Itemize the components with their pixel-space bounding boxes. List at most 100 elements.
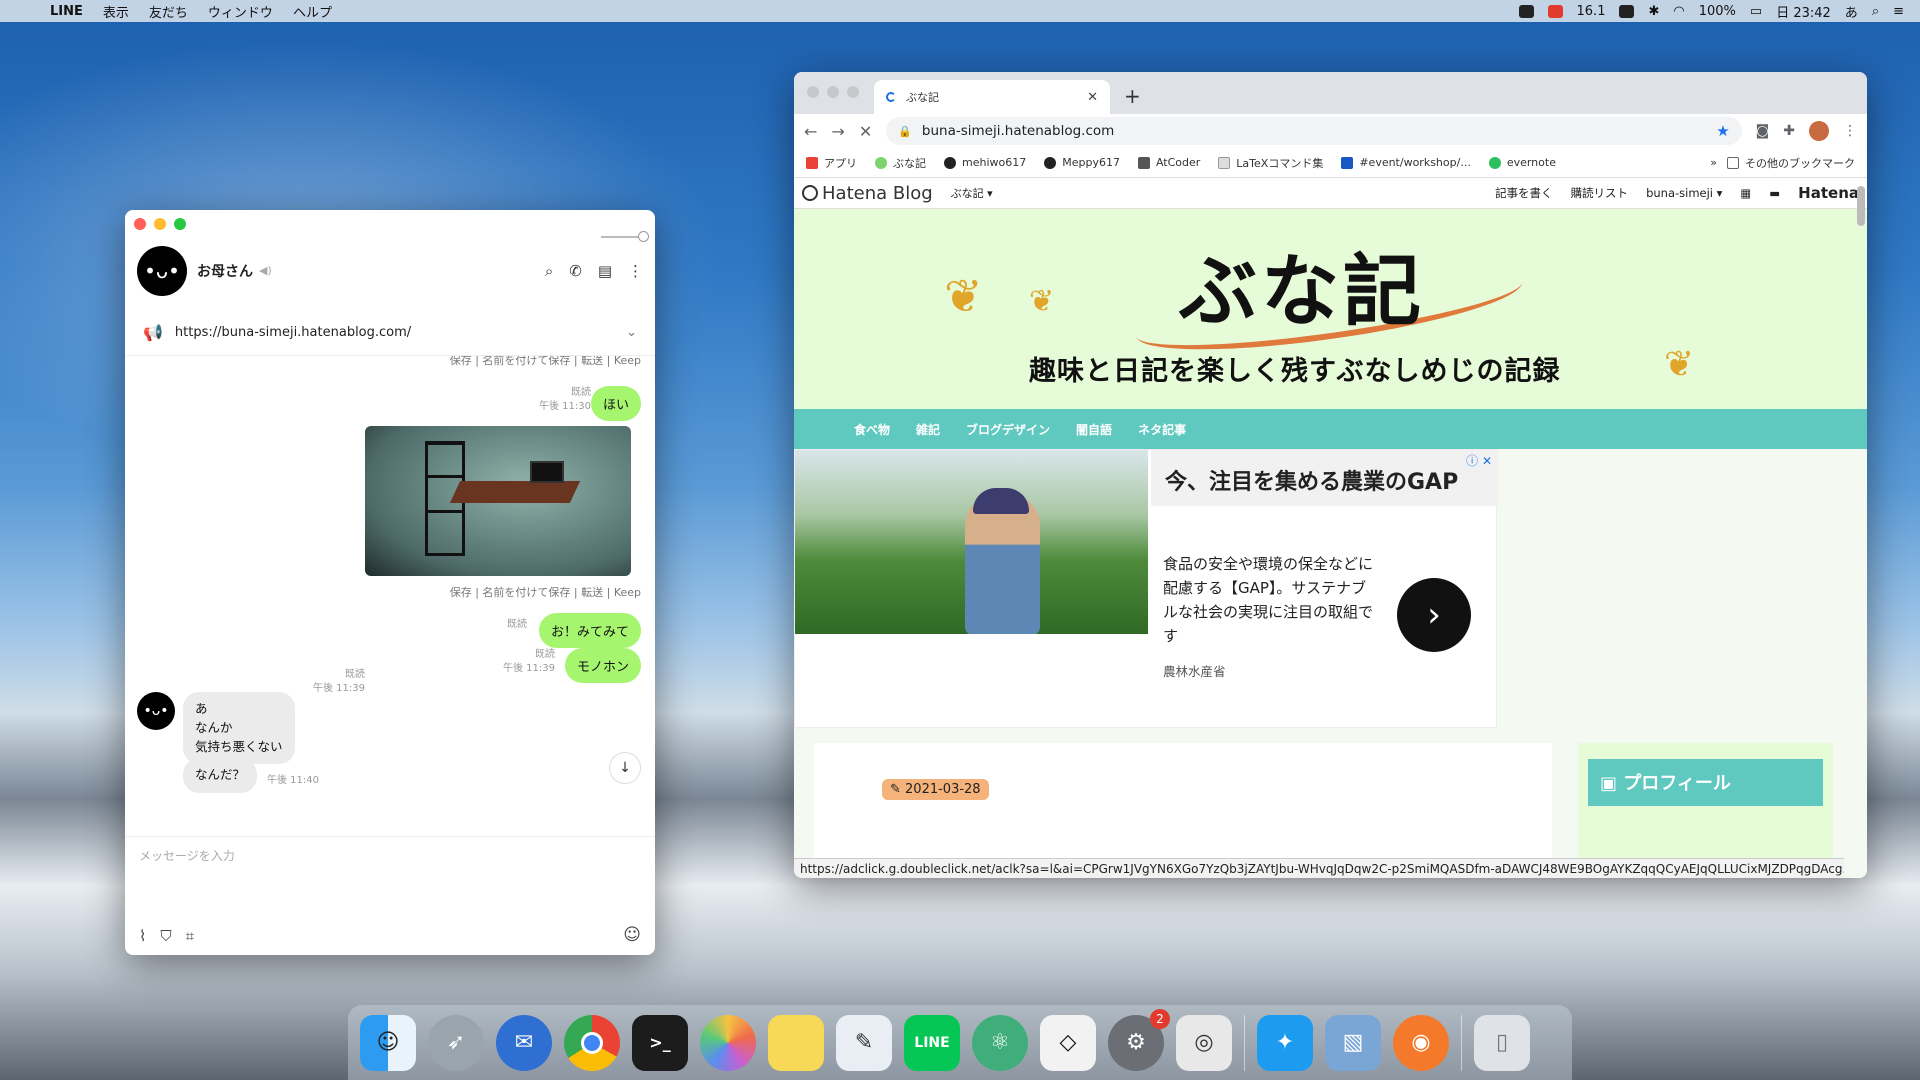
ad-arrow-button[interactable]: › bbox=[1397, 578, 1471, 652]
camera-icon[interactable]: ◙ bbox=[1756, 123, 1770, 139]
screenshot-icon[interactable]: ◎ bbox=[1176, 1014, 1232, 1071]
bookmark-latex[interactable]: LaTeXコマンド集 bbox=[1218, 155, 1323, 171]
line-tray-icon[interactable] bbox=[1518, 4, 1534, 18]
more-icon[interactable]: ⋮ bbox=[1843, 123, 1857, 139]
extensions-icon[interactable]: ✚ bbox=[1783, 123, 1795, 139]
bookmark-atcoder[interactable]: AtCoder bbox=[1137, 156, 1200, 169]
ad-body[interactable]: 食品の安全や環境の保全などに配慮する【GAP】。サステナブルな社会の実現に注目の… bbox=[1163, 552, 1373, 648]
hatena-blog-logo[interactable]: Hatena Blog bbox=[802, 183, 933, 204]
unity-icon[interactable]: ◇ bbox=[1040, 1014, 1096, 1071]
avatar[interactable]: •ᴗ• bbox=[137, 692, 175, 730]
advertisement[interactable]: 今、注目を集める農業のGAP ⓘ ✕ 食品の安全や環境の保全などに配慮する【GA… bbox=[794, 449, 1498, 728]
chrome-icon[interactable] bbox=[564, 1014, 620, 1071]
announcement-url[interactable]: https://buna-simeji.hatenablog.com/ bbox=[175, 325, 411, 340]
zoom-icon[interactable] bbox=[174, 218, 186, 230]
menu-friends[interactable]: 友だち bbox=[149, 2, 188, 21]
bookmark-workshop[interactable]: #event/workshop/... bbox=[1341, 156, 1471, 169]
bookmark-star-icon[interactable]: ★ bbox=[1716, 122, 1729, 140]
grid-menu-icon[interactable]: ▦ bbox=[1740, 186, 1751, 200]
nav-monologue[interactable]: 闇自語 bbox=[1076, 421, 1112, 438]
atom-icon[interactable]: ⚛ bbox=[972, 1014, 1028, 1071]
profile-avatar[interactable] bbox=[1809, 121, 1829, 141]
bookmarks-overflow-icon[interactable]: » bbox=[1710, 156, 1717, 169]
ad-image[interactable] bbox=[795, 450, 1148, 634]
twitter-icon[interactable]: ✦ bbox=[1257, 1014, 1313, 1071]
message-bubble[interactable]: ほい bbox=[590, 386, 641, 421]
ad-choices-icon[interactable]: ⓘ ✕ bbox=[1466, 452, 1492, 469]
nav-blog-design[interactable]: ブログデザイン bbox=[966, 421, 1050, 438]
launchpad-icon[interactable]: ➶ bbox=[428, 1014, 484, 1071]
menu-app-name[interactable]: LINE bbox=[50, 4, 83, 19]
message-bubble[interactable]: なんだ？ bbox=[183, 758, 258, 793]
more-icon[interactable]: ⋮ bbox=[628, 262, 643, 280]
line-icon[interactable]: LINE bbox=[904, 1014, 960, 1071]
nav-food[interactable]: 食べ物 bbox=[854, 421, 890, 438]
bookmark-apps[interactable]: アプリ bbox=[806, 155, 857, 171]
clock[interactable]: 日 23:42 bbox=[1776, 2, 1831, 21]
message-bubble[interactable]: モノホン bbox=[564, 648, 641, 683]
crop-icon[interactable]: ⌗ bbox=[186, 927, 194, 945]
airmail-icon[interactable]: ✉ bbox=[496, 1014, 552, 1071]
message-bubble[interactable]: お！みてみて bbox=[538, 613, 641, 648]
notes-icon[interactable]: ▤ bbox=[598, 262, 612, 280]
ad-source[interactable]: 農林水産省 bbox=[1163, 661, 1226, 680]
scrollbar[interactable] bbox=[1857, 186, 1865, 226]
search-icon[interactable]: ⌕ bbox=[545, 262, 553, 280]
tab-close-icon[interactable]: ✕ bbox=[1087, 90, 1098, 105]
new-tab-button[interactable]: + bbox=[1124, 84, 1141, 108]
close-icon[interactable] bbox=[807, 86, 819, 98]
bookmark-evernote[interactable]: evernote bbox=[1488, 156, 1556, 169]
avatar[interactable]: •ᴗ• bbox=[137, 245, 187, 296]
nav-misc[interactable]: 雑記 bbox=[916, 421, 940, 438]
textedit-icon[interactable]: ✎ bbox=[836, 1014, 892, 1071]
minimize-icon[interactable] bbox=[827, 86, 839, 98]
control-center-icon[interactable]: ≡ bbox=[1893, 4, 1904, 19]
hatena-link[interactable]: Hatena bbox=[1798, 184, 1859, 202]
input-method[interactable]: あ bbox=[1845, 2, 1858, 21]
notes-icon[interactable] bbox=[768, 1014, 824, 1071]
article-date[interactable]: ✎ 2021-03-28 bbox=[882, 779, 989, 800]
url-text[interactable]: buna-simeji.hatenablog.com bbox=[922, 123, 1114, 139]
tool-tray-icon[interactable] bbox=[1619, 4, 1635, 18]
lock-icon[interactable]: 🔒 bbox=[898, 125, 912, 138]
opacity-slider-icon[interactable] bbox=[601, 228, 649, 242]
blog-menu[interactable]: ぶな記 ▾ bbox=[951, 185, 993, 201]
phone-icon[interactable]: ✆ bbox=[569, 262, 582, 280]
other-bookmarks[interactable]: その他のブックマーク bbox=[1727, 155, 1855, 171]
user-menu[interactable]: buna-simeji ▾ bbox=[1646, 186, 1722, 200]
stop-icon[interactable]: ✕ bbox=[859, 122, 872, 141]
menu-view[interactable]: 表示 bbox=[103, 2, 129, 21]
message-bubble[interactable]: あ なんか 気持ち悪くない bbox=[183, 692, 295, 765]
app-tray-icon[interactable] bbox=[1547, 4, 1563, 18]
battery-percent[interactable]: 100% bbox=[1699, 4, 1736, 19]
bookmark-icon[interactable]: ⛉ bbox=[160, 927, 171, 945]
message-actions[interactable]: 保存 | 名前を付けて保存 | 転送 | Keep bbox=[450, 584, 641, 600]
message-input[interactable]: メッセージを入力 bbox=[139, 847, 235, 864]
forward-icon[interactable]: → bbox=[831, 122, 844, 141]
shared-photo[interactable] bbox=[365, 426, 631, 576]
nav-joke-articles[interactable]: ネタ記事 bbox=[1138, 421, 1186, 438]
finder-icon[interactable]: ☺ bbox=[360, 1014, 416, 1071]
ad-heading[interactable]: 今、注目を集める農業のGAP bbox=[1151, 450, 1498, 506]
paperclip-icon[interactable]: ⌇ bbox=[139, 927, 146, 945]
photos-icon[interactable] bbox=[700, 1014, 756, 1071]
message-composer[interactable]: メッセージを入力 ⌇ ⛉ ⌗ ☺ bbox=[125, 836, 655, 955]
cpu-temp[interactable]: 16.1 bbox=[1577, 4, 1606, 19]
terminal-icon[interactable]: >_ bbox=[632, 1014, 688, 1071]
bluetooth-icon[interactable]: ✱ bbox=[1648, 4, 1659, 19]
zoom-icon[interactable] bbox=[847, 86, 859, 98]
menu-help[interactable]: ヘルプ bbox=[293, 2, 332, 21]
scroll-down-button[interactable]: ↓ bbox=[609, 752, 641, 784]
wifi-icon[interactable]: ◠ bbox=[1673, 4, 1684, 19]
menu-window[interactable]: ウィンドウ bbox=[208, 2, 273, 21]
preview-icon[interactable]: ▧ bbox=[1325, 1014, 1381, 1071]
minimize-icon[interactable] bbox=[154, 218, 166, 230]
address-bar[interactable]: 🔒 buna-simeji.hatenablog.com ★ bbox=[886, 117, 1742, 145]
close-icon[interactable] bbox=[134, 218, 146, 230]
blender-icon[interactable]: ◉ bbox=[1393, 1014, 1449, 1071]
comment-icon[interactable]: ▬ bbox=[1769, 186, 1780, 200]
back-icon[interactable]: ← bbox=[804, 122, 817, 141]
battery-icon[interactable]: ▭ bbox=[1750, 4, 1762, 19]
message-actions[interactable]: 保存 | 名前を付けて保存 | 転送 | Keep bbox=[450, 356, 641, 368]
tab-active[interactable]: ぶな記 ✕ bbox=[874, 80, 1110, 114]
